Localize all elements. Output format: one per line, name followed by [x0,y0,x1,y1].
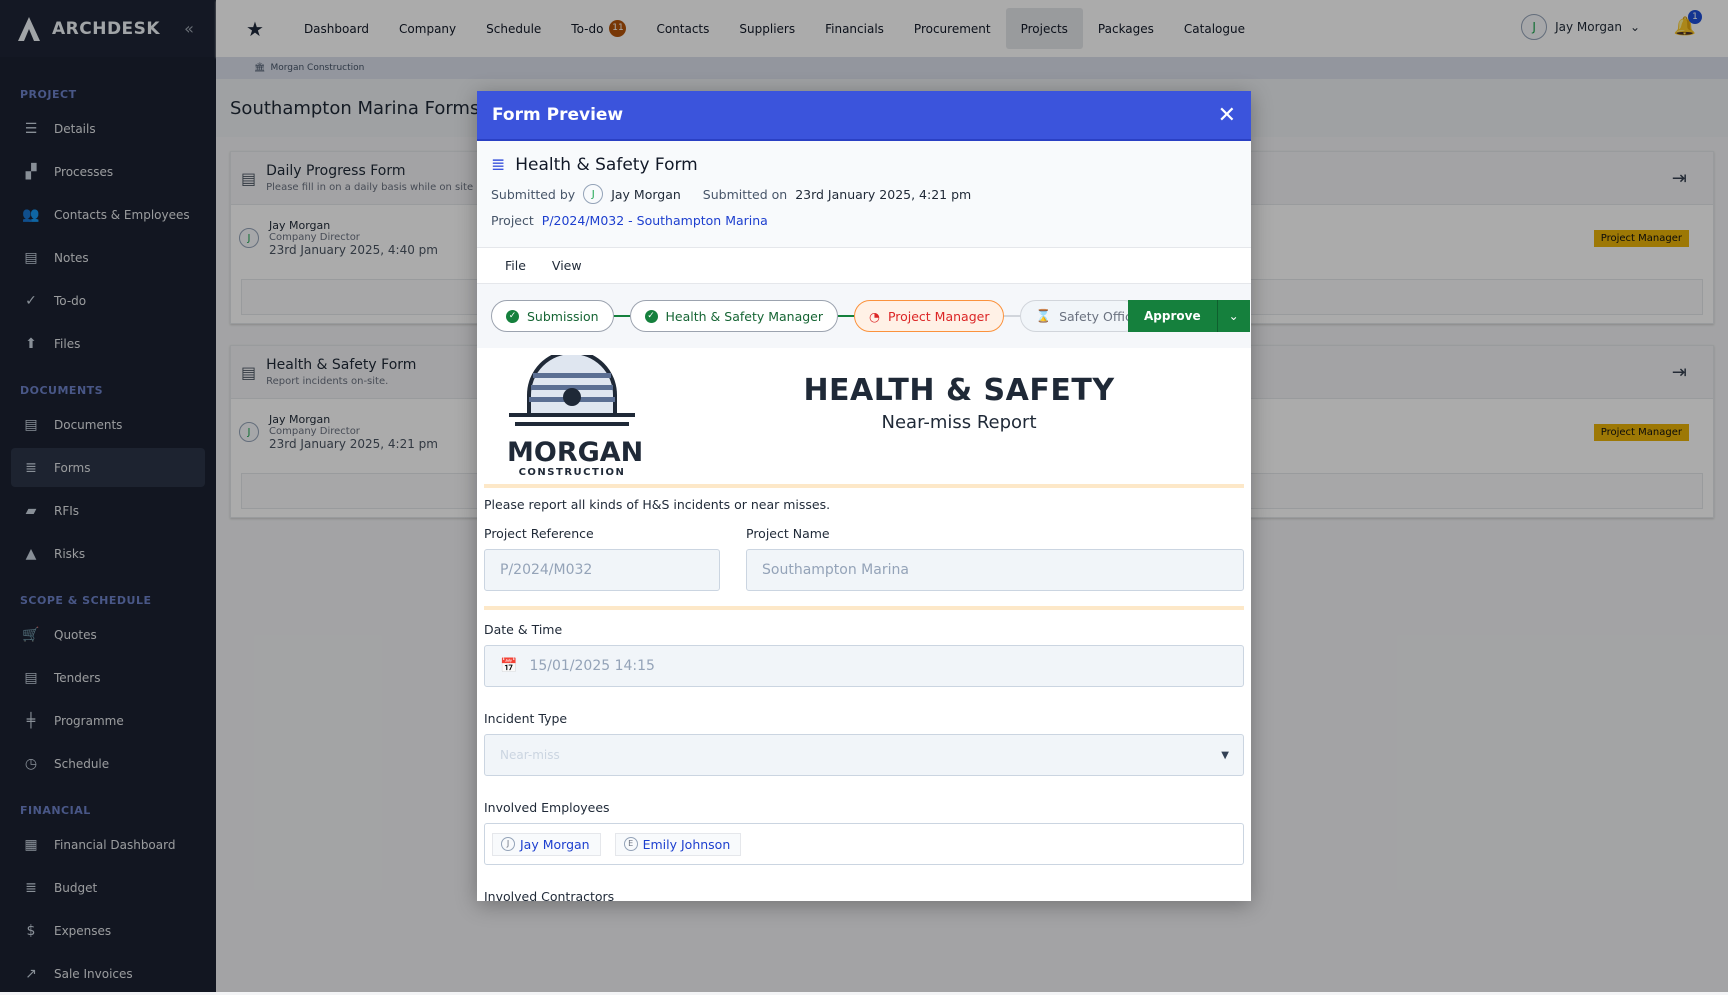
contractors-label: Involved Contractors [484,889,615,901]
avatar: J [501,837,515,851]
avatar: J [583,184,604,204]
step-label: Health & Safety Manager [665,308,824,324]
submitted-by-label: Submitted by [491,186,576,202]
close-icon[interactable]: ✕ [1218,103,1236,128]
project-name-input[interactable]: Southampton Marina [746,549,1244,591]
submitted-by: Jay Morgan [611,186,681,202]
chip-label: Emily Johnson [642,836,731,852]
chip-label: Jay Morgan [520,836,590,852]
datetime-input[interactable]: 📅 15/01/2025 14:15 [484,645,1244,687]
calendar-icon: 📅 [500,658,518,674]
submitted-on: 23rd January 2025, 4:21 pm [795,186,972,202]
logo-subtext: CONSTRUCTION [518,466,626,478]
form-title: Health & Safety Form [515,155,698,175]
datetime-label: Date & Time [484,622,563,637]
employee-chip[interactable]: E Emily Johnson [614,832,742,856]
divider [484,484,1244,488]
approve-dropdown-chevron-icon[interactable]: ⌄ [1217,300,1250,332]
employees-input[interactable]: J Jay Morgan E Emily Johnson [484,823,1244,865]
employees-label: Involved Employees [484,800,610,815]
incident-type-value: Near-miss [500,748,560,762]
menu-view[interactable]: View [552,258,582,273]
step-safety-officer[interactable]: ⌛ Safety Officer [1020,300,1141,332]
step-label: Submission [527,308,599,324]
step-project-manager[interactable]: ◔ Project Manager [854,300,1005,332]
project-link[interactable]: P/2024/M032 - Southampton Marina [542,213,768,228]
project-reference-input[interactable]: P/2024/M032 [484,549,720,591]
project-name-label: Project Name [746,526,830,541]
step-hs-manager[interactable]: ✓ Health & Safety Manager [629,300,839,332]
employee-chip[interactable]: J Jay Morgan [492,832,601,856]
form-preview-modal: Form Preview ✕ ≣ Health & Safety Form Subm… [477,91,1251,901]
form-heading: HEALTH & SAFETY [803,373,1115,408]
form-list-icon: ≣ [491,155,506,175]
incident-type-label: Incident Type [484,711,568,726]
avatar: E [623,837,638,851]
form-intro: Please report all kinds of H&S incidents… [484,497,831,512]
approve-button[interactable]: Approve [1128,300,1218,332]
caret-down-icon: ▼ [1221,749,1229,761]
incident-type-select[interactable]: Near-miss ▼ [484,734,1244,776]
project-label: Project [491,213,534,228]
step-label: Project Manager [887,308,990,324]
check-circle-icon: ✓ [644,309,658,323]
form-subheading: Near-miss Report [881,412,1037,433]
menu-file[interactable]: File [505,258,526,273]
project-reference-label: Project Reference [484,526,594,541]
step-submission[interactable]: ✓ Submission [491,300,614,332]
logo-text: MORGAN [507,436,644,468]
submitted-on-label: Submitted on [702,186,788,202]
divider [484,606,1244,610]
modal-title: Form Preview [492,105,624,125]
workflow-steps: ✓ Submission ✓ Health & Safety Manager ◔ Pr… [477,284,1251,348]
clock-icon: ◔ [869,308,880,324]
datetime-value: 15/01/2025 14:15 [529,658,655,674]
check-circle-icon: ✓ [506,309,519,323]
morgan-construction-logo: MORGAN CONSTRUCTION [507,349,644,478]
hourglass-icon: ⌛ [1035,308,1052,323]
